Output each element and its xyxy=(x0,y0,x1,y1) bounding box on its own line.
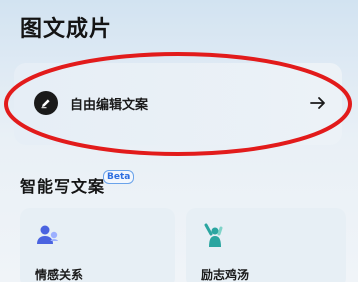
category-label: 励志鸡汤 xyxy=(201,268,250,282)
category-card-motivational[interactable]: 励志鸡汤 xyxy=(186,208,346,282)
section-title: 智能写文案 xyxy=(20,177,106,196)
beta-badge: Beta xyxy=(103,170,135,184)
pencil-icon xyxy=(34,91,58,115)
category-card-emotional-relationships[interactable]: 情感关系 xyxy=(20,208,175,282)
cheering-person-icon xyxy=(204,223,223,247)
people-icon xyxy=(37,225,58,244)
page-title: 图文成片 xyxy=(20,17,113,42)
free-edit-copy-card[interactable]: 自由编辑文案 xyxy=(14,63,342,145)
category-label: 情感关系 xyxy=(35,268,84,282)
free-edit-copy-label: 自由编辑文案 xyxy=(70,98,149,113)
arrow-right-icon[interactable] xyxy=(308,93,328,113)
